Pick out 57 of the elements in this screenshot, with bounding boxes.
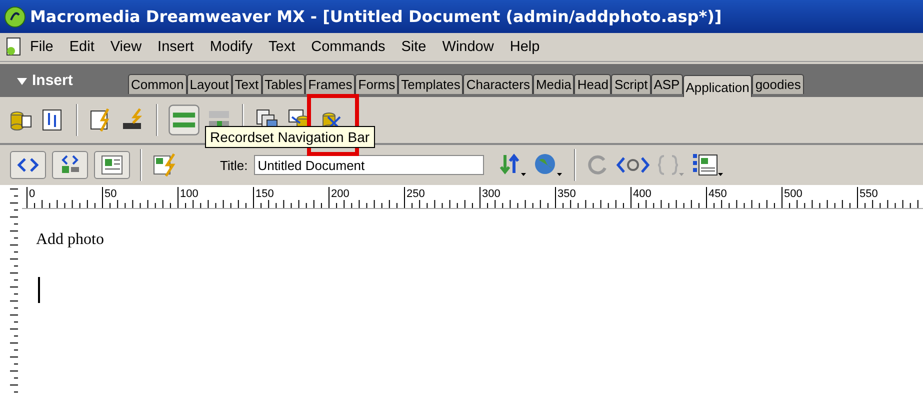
design-view-button[interactable] bbox=[94, 151, 130, 179]
tab[interactable]: Tables bbox=[262, 74, 306, 94]
tooltip: Recordset Navigation Bar bbox=[205, 126, 375, 148]
page-layout-icon[interactable] bbox=[692, 152, 724, 178]
ruler-label: 0 bbox=[29, 188, 36, 200]
split-view-icon bbox=[59, 155, 81, 175]
ruler-label: 350 bbox=[558, 188, 576, 200]
tab[interactable]: ASP bbox=[650, 74, 683, 94]
menu-item[interactable]: Window bbox=[434, 39, 502, 55]
menu-item[interactable]: Insert bbox=[150, 39, 202, 55]
collapse-triangle-icon[interactable] bbox=[16, 76, 28, 86]
live-data-icon[interactable] bbox=[152, 152, 178, 178]
tab[interactable]: Templates bbox=[398, 74, 464, 94]
tab[interactable]: Layout bbox=[186, 74, 232, 94]
ruler-label: 200 bbox=[331, 188, 350, 200]
tab[interactable]: Script bbox=[611, 74, 651, 94]
app-logo-icon bbox=[4, 6, 26, 28]
menu-item[interactable]: Commands bbox=[303, 39, 394, 55]
title-label: Title: bbox=[220, 158, 248, 172]
tab[interactable]: Forms bbox=[355, 74, 398, 94]
ruler-label: 300 bbox=[482, 188, 500, 200]
menu-item[interactable]: Site bbox=[393, 39, 434, 55]
window-title: Macromedia Dreamweaver MX - [Untitled Document (admin/addphoto.asp*)] bbox=[30, 7, 722, 26]
menu-item[interactable]: View bbox=[102, 39, 150, 55]
menu-item[interactable]: File bbox=[22, 39, 62, 55]
menu-item[interactable]: Text bbox=[260, 39, 304, 55]
ruler-label: 100 bbox=[180, 188, 198, 200]
menu-item[interactable]: Edit bbox=[61, 39, 102, 55]
tab[interactable]: Media bbox=[532, 74, 574, 94]
globe-icon[interactable] bbox=[534, 153, 564, 177]
ruler-label: 450 bbox=[708, 188, 727, 200]
document-icon[interactable] bbox=[6, 37, 22, 57]
ruler-label: 50 bbox=[104, 188, 117, 200]
tab[interactable]: Common bbox=[128, 74, 187, 94]
ruler-label: 550 bbox=[860, 188, 878, 200]
split-view-button[interactable] bbox=[52, 151, 88, 179]
sort-arrows-icon[interactable] bbox=[498, 153, 528, 177]
text-cursor bbox=[38, 277, 40, 303]
tab[interactable]: Text bbox=[232, 74, 262, 94]
code-view-button[interactable] bbox=[10, 151, 46, 179]
page-picture-icon bbox=[101, 155, 123, 175]
tab[interactable]: Application bbox=[682, 75, 752, 98]
ruler-label: 500 bbox=[784, 188, 802, 200]
tab[interactable]: goodies bbox=[752, 74, 804, 94]
ruler-label: 250 bbox=[406, 188, 425, 200]
repeat-region-icon[interactable] bbox=[168, 104, 200, 136]
panel-title: Insert bbox=[32, 72, 74, 89]
tab[interactable]: Head bbox=[574, 74, 612, 94]
tab[interactable]: Characters bbox=[463, 74, 533, 94]
menu-item[interactable]: Modify bbox=[202, 39, 261, 55]
ruler-label: 400 bbox=[633, 188, 652, 200]
code-brackets-icon bbox=[17, 157, 39, 173]
title-field[interactable]: Untitled Document bbox=[254, 155, 484, 175]
ruler-label: 150 bbox=[256, 188, 274, 200]
document-text: Add photo bbox=[36, 231, 105, 249]
menu-item[interactable]: Help bbox=[502, 39, 548, 55]
tab[interactable]: Frames bbox=[305, 74, 356, 94]
